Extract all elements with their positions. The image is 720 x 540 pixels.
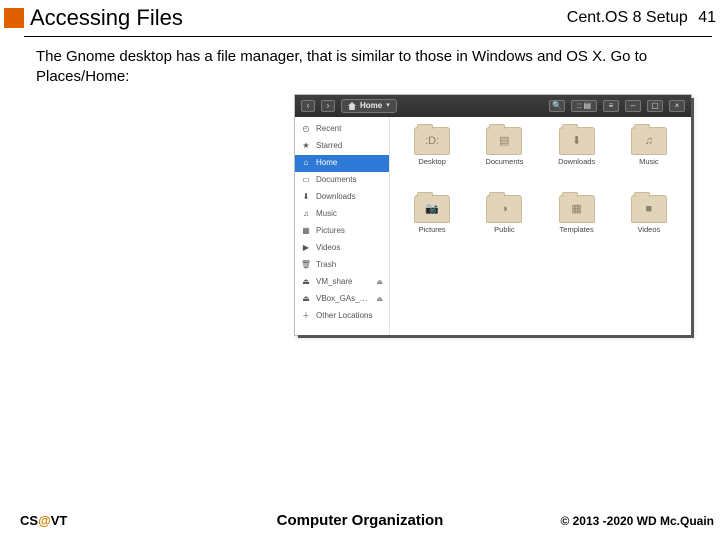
back-button[interactable]: ‹ <box>301 100 315 112</box>
sidebar-item[interactable]: ▭ Documents <box>295 172 389 189</box>
folder-item[interactable]: ◑ Public <box>468 195 540 259</box>
sidebar-item-icon: ⬇ <box>301 193 311 203</box>
sidebar-item-icon: ▦ <box>301 227 311 237</box>
sidebar-item-label: Other Locations <box>316 311 383 321</box>
path-chevron-icon: ▾ <box>386 101 390 110</box>
sidebar-item-icon: 🗑 <box>301 261 311 271</box>
folder-label: Public <box>494 226 514 234</box>
folder-item[interactable]: 📷 Pictures <box>396 195 468 259</box>
folder-label: Documents <box>485 158 523 166</box>
folder-item[interactable]: ▦ Templates <box>541 195 613 259</box>
folder-item[interactable]: ♫ Music <box>613 127 685 191</box>
folder-label: Music <box>639 158 659 166</box>
path-label: Home <box>360 101 382 111</box>
body-paragraph: The Gnome desktop has a file manager, th… <box>36 47 700 86</box>
sidebar-item-icon: ▶ <box>301 244 311 254</box>
file-manager-toolbar: ‹ › Home ▾ 🔍 :: ▤ ≡ – ▢ × <box>295 95 691 117</box>
sidebar-item-label: Home <box>316 158 383 168</box>
folder-icon: ♫ <box>631 127 667 155</box>
search-button[interactable]: 🔍 <box>549 100 565 112</box>
folder-icon: ⬇ <box>559 127 595 155</box>
folder-icon: ◑ <box>486 195 522 223</box>
folder-label: Videos <box>637 226 660 234</box>
sidebar-item-label: Starred <box>316 141 383 151</box>
sidebar-item-label: Downloads <box>316 192 383 202</box>
sidebar-item[interactable]: ⏏ VM_share ⏏ <box>295 274 389 291</box>
sidebar-item-icon: ▭ <box>301 176 311 186</box>
sidebar-item[interactable]: ★ Starred <box>295 138 389 155</box>
folder-item[interactable]: :D: Desktop <box>396 127 468 191</box>
folder-icon: ▦ <box>559 195 595 223</box>
folder-grid: :D: Desktop ▤ Documents ⬇ Downloads ♫ Music 📷 Pic… <box>390 117 691 335</box>
close-button[interactable]: × <box>669 100 685 112</box>
sidebar-item-label: Trash <box>316 260 383 270</box>
sidebar-item-label: Videos <box>316 243 383 253</box>
page-number: 41 <box>698 9 716 26</box>
sidebar-item[interactable]: ▶ Videos <box>295 240 389 257</box>
minimize-button[interactable]: – <box>625 100 641 112</box>
folder-label: Downloads <box>558 158 595 166</box>
menu-button[interactable]: ≡ <box>603 100 619 112</box>
slide-title: Accessing Files <box>30 5 567 31</box>
sidebar-item-icon: ＋ <box>301 312 311 322</box>
sidebar-item-label: Music <box>316 209 383 219</box>
sidebar-item[interactable]: ♫ Music <box>295 206 389 223</box>
sidebar-item-label: Recent <box>316 124 383 134</box>
sidebar-item-icon: ◴ <box>301 125 311 135</box>
maximize-button[interactable]: ▢ <box>647 100 663 112</box>
sidebar-item-label: VM_share <box>316 277 371 287</box>
sidebar-item[interactable]: ◴ Recent <box>295 121 389 138</box>
folder-item[interactable]: ⬇ Downloads <box>541 127 613 191</box>
folder-icon: :D: <box>414 127 450 155</box>
folder-label: Pictures <box>419 226 446 234</box>
sidebar-item[interactable]: ⏏ VBox_GAs_6… ⏏ <box>295 291 389 308</box>
folder-icon: ■ <box>631 195 667 223</box>
accent-square <box>4 8 24 28</box>
folder-icon: ▤ <box>486 127 522 155</box>
sidebar-item[interactable]: 🗑 Trash <box>295 257 389 274</box>
sidebar-item[interactable]: ＋ Other Locations <box>295 308 389 325</box>
footer-center: Computer Organization <box>0 512 720 529</box>
sidebar-item-icon: ♫ <box>301 210 311 220</box>
sidebar: ◴ Recent ★ Starred ⌂ Home ▭ Documents ⬇ Downloads… <box>295 117 390 335</box>
eject-icon[interactable]: ⏏ <box>376 295 383 304</box>
eject-icon[interactable]: ⏏ <box>376 278 383 287</box>
sidebar-item-icon: ⏏ <box>301 278 311 288</box>
sidebar-item-icon: ⌂ <box>301 159 311 169</box>
forward-button[interactable]: › <box>321 100 335 112</box>
course-name: Cent.OS 8 Setup <box>567 9 688 26</box>
home-icon <box>348 102 356 110</box>
sidebar-item-label: Pictures <box>316 226 383 236</box>
folder-icon: 📷 <box>414 195 450 223</box>
view-toggle[interactable]: :: ▤ <box>571 100 597 112</box>
sidebar-item[interactable]: ⬇ Downloads <box>295 189 389 206</box>
folder-item[interactable]: ▤ Documents <box>468 127 540 191</box>
folder-label: Templates <box>560 226 594 234</box>
folder-item[interactable]: ■ Videos <box>613 195 685 259</box>
sidebar-item-label: Documents <box>316 175 383 185</box>
file-manager-window: ‹ › Home ▾ 🔍 :: ▤ ≡ – ▢ × ◴ Recent★ Starre… <box>294 94 692 336</box>
sidebar-item[interactable]: ⌂ Home <box>295 155 389 172</box>
folder-label: Desktop <box>418 158 446 166</box>
sidebar-item[interactable]: ▦ Pictures <box>295 223 389 240</box>
sidebar-item-icon: ★ <box>301 142 311 152</box>
path-bar[interactable]: Home ▾ <box>341 99 397 113</box>
sidebar-item-icon: ⏏ <box>301 295 311 305</box>
sidebar-item-label: VBox_GAs_6… <box>316 294 371 304</box>
header-right: Cent.OS 8 Setup 41 <box>567 9 716 27</box>
